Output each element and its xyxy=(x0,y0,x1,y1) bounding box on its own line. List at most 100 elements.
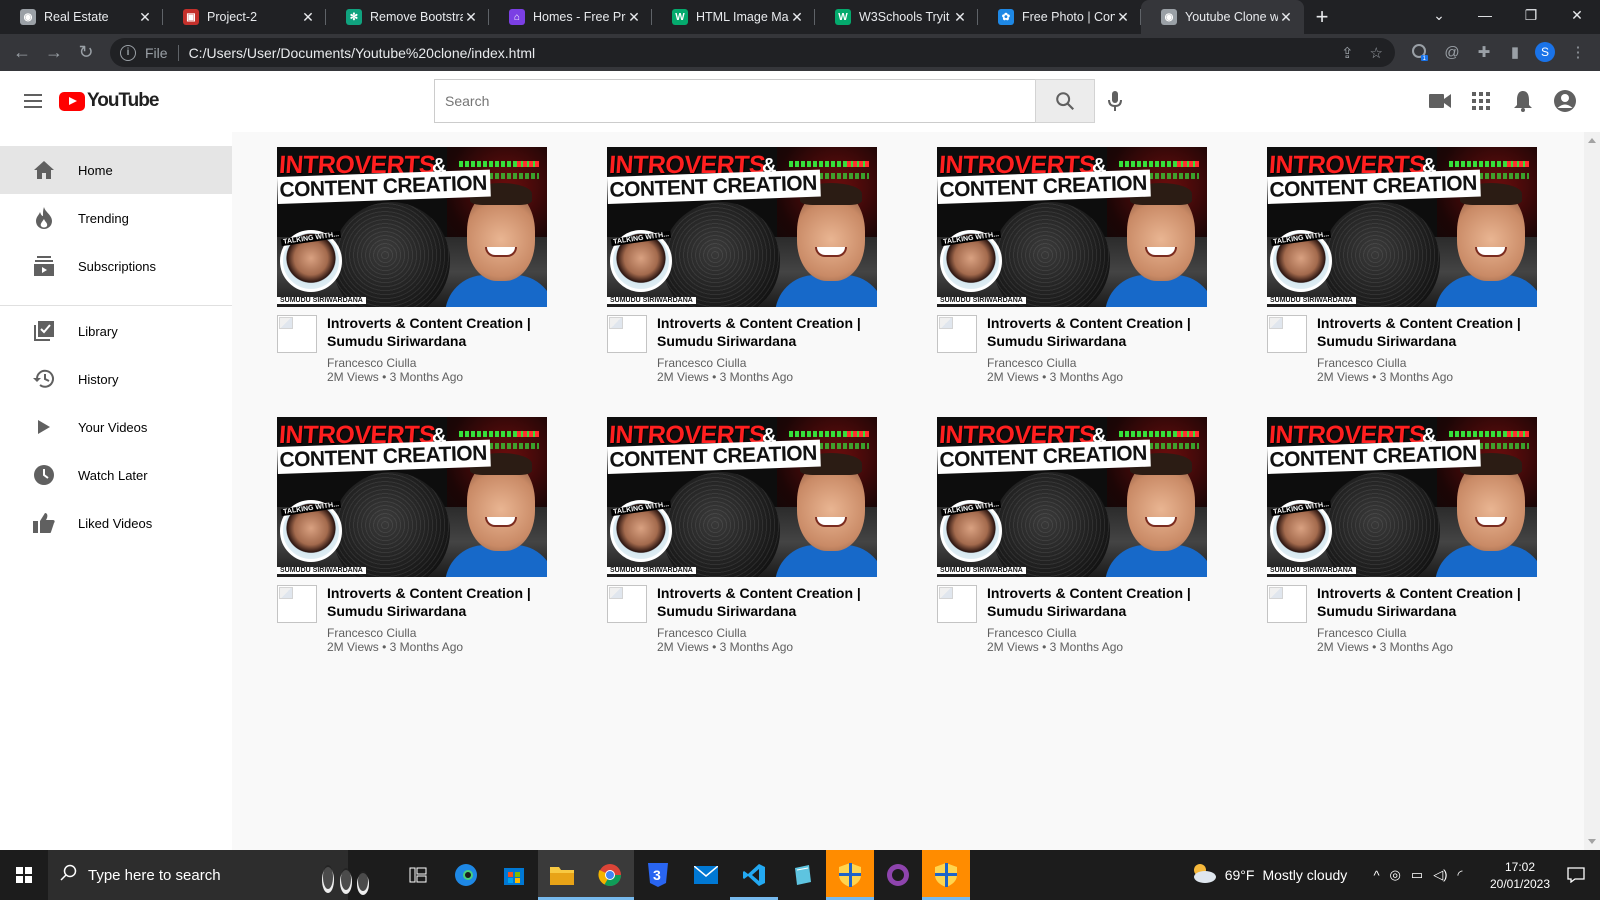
video-thumbnail[interactable]: INTROVERTS & CONTENT CREATION TALKING WITH.… xyxy=(607,417,877,577)
menu-icon[interactable] xyxy=(24,94,42,108)
video-thumbnail[interactable]: INTROVERTS & CONTENT CREATION TALKING WITH.… xyxy=(277,417,547,577)
close-window-icon[interactable]: ✕ xyxy=(1554,0,1600,30)
video-title[interactable]: Introverts & Content Creation | Sumudu S… xyxy=(987,584,1207,620)
notifications-bell-icon[interactable] xyxy=(1509,87,1537,115)
video-thumbnail[interactable]: INTROVERTS & CONTENT CREATION TALKING WITH.… xyxy=(1267,147,1537,307)
wifi-icon[interactable]: ◜ xyxy=(1458,867,1463,883)
sidebar-item-liked-videos[interactable]: Liked Videos xyxy=(0,499,232,547)
weather-widget[interactable]: 69°F Mostly cloudy xyxy=(1188,850,1348,900)
extension-at-icon[interactable]: @ xyxy=(1438,38,1466,66)
video-card[interactable]: INTROVERTS & CONTENT CREATION TALKING WITH.… xyxy=(277,417,547,667)
channel-avatar[interactable] xyxy=(607,585,647,623)
channel-name[interactable]: Francesco Ciulla xyxy=(987,356,1076,370)
tab-close-icon[interactable]: ✕ xyxy=(626,9,642,26)
minimize-icon[interactable]: — xyxy=(1462,0,1508,30)
side-panel-icon[interactable]: ▮ xyxy=(1501,38,1529,66)
restore-icon[interactable]: ❐ xyxy=(1508,0,1554,30)
back-icon[interactable]: ← xyxy=(6,37,38,69)
tab-close-icon[interactable]: ✕ xyxy=(300,9,316,26)
url-text[interactable]: C:/Users/User/Documents/Youtube%20clone/… xyxy=(189,45,536,61)
browser-tab[interactable]: ⌂ Homes - Free Prop✕ xyxy=(489,0,652,34)
browser-tab[interactable]: ✿ Free Photo | Conta✕ xyxy=(978,0,1141,34)
channel-avatar[interactable] xyxy=(937,585,977,623)
taskbar-search-box[interactable]: Type here to search xyxy=(48,850,369,900)
video-thumbnail[interactable]: INTROVERTS & CONTENT CREATION TALKING WITH.… xyxy=(937,147,1207,307)
create-video-icon[interactable] xyxy=(1426,87,1454,115)
channel-avatar[interactable] xyxy=(607,315,647,353)
sidebar-item-your-videos[interactable]: Your Videos xyxy=(0,403,232,451)
video-card[interactable]: INTROVERTS & CONTENT CREATION TALKING WITH.… xyxy=(937,147,1207,397)
file-explorer-icon[interactable] xyxy=(538,850,586,900)
video-thumbnail[interactable]: INTROVERTS & CONTENT CREATION TALKING WITH.… xyxy=(1267,417,1537,577)
app-3-icon[interactable]: 3 xyxy=(634,850,682,900)
browser-tab[interactable]: ◉ Real Estate ✕ xyxy=(0,0,163,34)
security-shield-icon[interactable] xyxy=(922,850,970,900)
search-button[interactable] xyxy=(1035,79,1095,123)
sidebar-item-trending[interactable]: Trending xyxy=(0,194,232,242)
channel-avatar[interactable] xyxy=(1267,585,1307,623)
meet-now-icon[interactable]: ◎ xyxy=(1390,867,1401,883)
sidebar-item-watch-later[interactable]: Watch Later xyxy=(0,451,232,499)
video-title[interactable]: Introverts & Content Creation | Sumudu S… xyxy=(1317,584,1537,620)
video-thumbnail[interactable]: INTROVERTS & CONTENT CREATION TALKING WITH.… xyxy=(937,417,1207,577)
video-title[interactable]: Introverts & Content Creation | Sumudu S… xyxy=(327,314,547,350)
address-bar[interactable]: i File C:/Users/User/Documents/Youtube%2… xyxy=(110,38,1395,67)
channel-avatar[interactable] xyxy=(1267,315,1307,353)
browser-tab[interactable]: ▣ Project-2 ✕ xyxy=(163,0,326,34)
channel-avatar[interactable] xyxy=(937,315,977,353)
video-title[interactable]: Introverts & Content Creation | Sumudu S… xyxy=(327,584,547,620)
video-card[interactable]: INTROVERTS & CONTENT CREATION TALKING WITH.… xyxy=(607,417,877,667)
sidebar-item-home[interactable]: Home xyxy=(0,146,232,194)
microphone-icon[interactable] xyxy=(1103,86,1127,116)
github-desktop-icon[interactable] xyxy=(874,850,922,900)
scroll-down-icon[interactable] xyxy=(1588,839,1596,844)
video-title[interactable]: Introverts & Content Creation | Sumudu S… xyxy=(657,584,877,620)
browser-tab[interactable]: ✻ Remove Bootstrap✕ xyxy=(326,0,489,34)
tray-chevron-icon[interactable]: ^ xyxy=(1373,868,1379,883)
extensions-puzzle-icon[interactable]: ✚ xyxy=(1470,38,1498,66)
notifications-icon[interactable] xyxy=(1558,850,1594,900)
sidebar-item-library[interactable]: Library xyxy=(0,307,232,355)
mail-icon[interactable] xyxy=(682,850,730,900)
channel-avatar[interactable] xyxy=(277,315,317,353)
new-tab-button[interactable]: + xyxy=(1304,0,1340,34)
channel-name[interactable]: Francesco Ciulla xyxy=(327,356,416,370)
tab-close-icon[interactable]: ✕ xyxy=(463,9,479,26)
channel-name[interactable]: Francesco Ciulla xyxy=(1317,356,1406,370)
channel-avatar[interactable] xyxy=(277,585,317,623)
browser-menu-icon[interactable]: ⋮ xyxy=(1564,38,1592,66)
browser-tab[interactable]: W HTML Image Maps✕ xyxy=(652,0,815,34)
chrome-icon[interactable] xyxy=(586,850,634,900)
volume-icon[interactable]: ◁) xyxy=(1433,867,1447,883)
youtube-logo[interactable]: YouTube xyxy=(59,90,159,112)
task-view-icon[interactable] xyxy=(394,850,442,900)
reload-icon[interactable]: ↻ xyxy=(70,37,102,69)
video-title[interactable]: Introverts & Content Creation | Sumudu S… xyxy=(1317,314,1537,350)
scroll-up-icon[interactable] xyxy=(1588,138,1596,143)
extension-icon[interactable]: 1 xyxy=(1405,38,1433,66)
channel-name[interactable]: Francesco Ciulla xyxy=(1317,626,1406,640)
video-card[interactable]: INTROVERTS & CONTENT CREATION TALKING WITH.… xyxy=(1267,417,1537,667)
site-info-icon[interactable]: i xyxy=(120,44,136,61)
video-card[interactable]: INTROVERTS & CONTENT CREATION TALKING WITH.… xyxy=(277,147,547,397)
video-title[interactable]: Introverts & Content Creation | Sumudu S… xyxy=(987,314,1207,350)
video-card[interactable]: INTROVERTS & CONTENT CREATION TALKING WITH.… xyxy=(1267,147,1537,397)
forward-icon[interactable]: → xyxy=(38,37,70,69)
security-shield-icon[interactable] xyxy=(826,850,874,900)
sidebar-item-history[interactable]: History xyxy=(0,355,232,403)
video-title[interactable]: Introverts & Content Creation | Sumudu S… xyxy=(657,314,877,350)
search-input[interactable] xyxy=(434,79,1036,123)
channel-name[interactable]: Francesco Ciulla xyxy=(327,626,416,640)
windows-start-icon[interactable] xyxy=(0,850,48,900)
channel-name[interactable]: Francesco Ciulla xyxy=(987,626,1076,640)
share-icon[interactable]: ⇪ xyxy=(1341,44,1354,62)
clock[interactable]: 17:02 20/01/2023 xyxy=(1480,850,1560,900)
tab-search-icon[interactable]: ⌄ xyxy=(1416,0,1462,30)
tab-close-icon[interactable]: ✕ xyxy=(137,9,153,26)
video-card[interactable]: INTROVERTS & CONTENT CREATION TALKING WITH.… xyxy=(937,417,1207,667)
apps-grid-icon[interactable] xyxy=(1467,87,1495,115)
video-card[interactable]: INTROVERTS & CONTENT CREATION TALKING WITH.… xyxy=(607,147,877,397)
scrollbar[interactable] xyxy=(1584,132,1600,850)
video-thumbnail[interactable]: INTROVERTS & CONTENT CREATION TALKING WITH.… xyxy=(277,147,547,307)
profile-button[interactable]: S xyxy=(1531,38,1559,66)
